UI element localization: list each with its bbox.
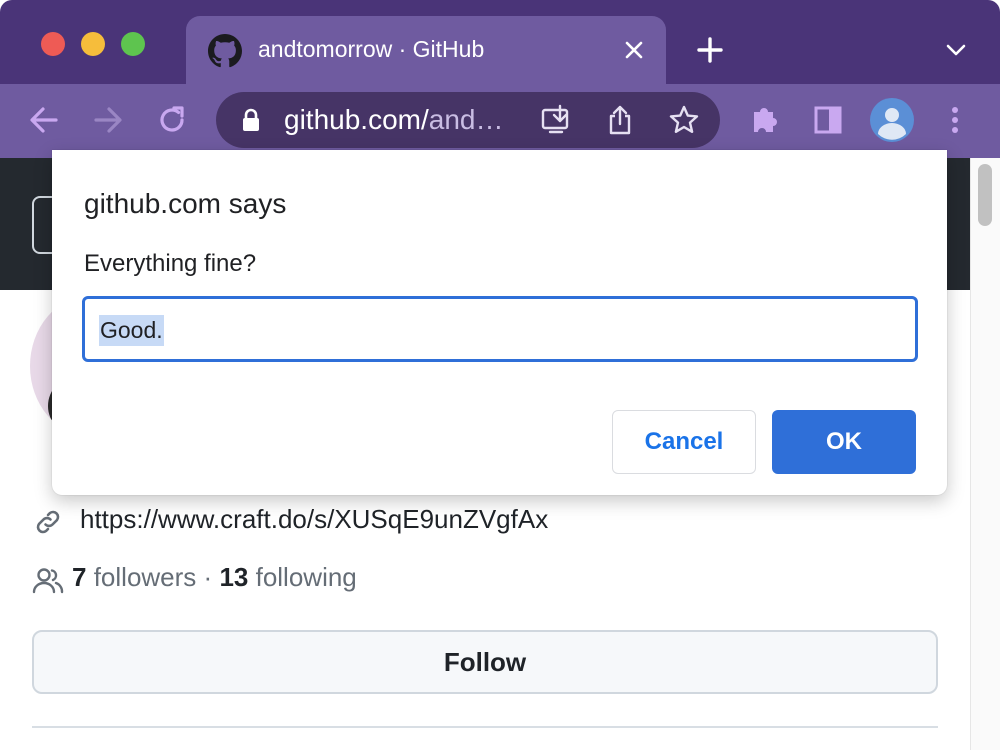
- people-icon: [32, 568, 64, 594]
- browser-toolbar: github.com/and…: [0, 84, 1000, 158]
- scrollbar[interactable]: [970, 158, 1000, 750]
- dialog-text-input[interactable]: [82, 296, 918, 362]
- address-host: github.com/: [284, 104, 429, 135]
- browser-titlebar: andtomorrow · GitHub: [0, 0, 1000, 84]
- minimize-window-button[interactable]: [81, 32, 105, 56]
- extensions-puzzle-icon[interactable]: [746, 102, 782, 138]
- profile-avatar-icon[interactable]: [870, 98, 914, 142]
- cancel-button[interactable]: Cancel: [612, 410, 756, 474]
- separator: ·: [203, 562, 213, 592]
- followers-link[interactable]: followers: [94, 562, 197, 592]
- prompt-dialog: github.com says Everything fine? Good. C…: [52, 150, 947, 495]
- dialog-message: Everything fine?: [84, 250, 257, 277]
- dialog-title: github.com says: [84, 188, 287, 219]
- share-icon[interactable]: [604, 104, 636, 136]
- tab-title: andtomorrow · GitHub: [258, 36, 485, 62]
- following-link[interactable]: following: [256, 562, 357, 592]
- address-url[interactable]: github.com/and…: [284, 104, 503, 136]
- divider: [32, 726, 938, 728]
- side-panel-icon[interactable]: [810, 102, 846, 138]
- ok-button[interactable]: OK: [772, 410, 916, 474]
- github-icon: [208, 34, 242, 68]
- more-menu-icon[interactable]: [940, 102, 970, 138]
- link-icon: [36, 510, 60, 534]
- close-window-button[interactable]: [41, 32, 65, 56]
- address-bar[interactable]: github.com/and…: [216, 92, 720, 148]
- back-arrow-icon[interactable]: [26, 102, 62, 138]
- followers-count[interactable]: 7: [72, 562, 86, 592]
- bookmark-star-icon[interactable]: [668, 104, 700, 136]
- dialog-input-value[interactable]: Good.: [99, 315, 164, 346]
- forward-arrow-icon[interactable]: [90, 102, 126, 138]
- follow-button[interactable]: Follow: [32, 630, 938, 694]
- chevron-down-icon[interactable]: [944, 40, 968, 60]
- lock-icon[interactable]: [240, 108, 262, 132]
- maximize-window-button[interactable]: [121, 32, 145, 56]
- scrollbar-thumb[interactable]: [978, 164, 992, 226]
- profile-website-link[interactable]: https://www.craft.do/s/XUSqE9unZVgfAx: [80, 504, 548, 535]
- following-count[interactable]: 13: [219, 562, 248, 592]
- install-app-icon[interactable]: [540, 104, 572, 136]
- reload-icon[interactable]: [154, 102, 190, 138]
- address-path: and…: [428, 104, 504, 135]
- new-tab-icon[interactable]: [696, 36, 724, 64]
- close-tab-icon[interactable]: [622, 38, 646, 62]
- browser-tab[interactable]: andtomorrow · GitHub: [186, 16, 666, 84]
